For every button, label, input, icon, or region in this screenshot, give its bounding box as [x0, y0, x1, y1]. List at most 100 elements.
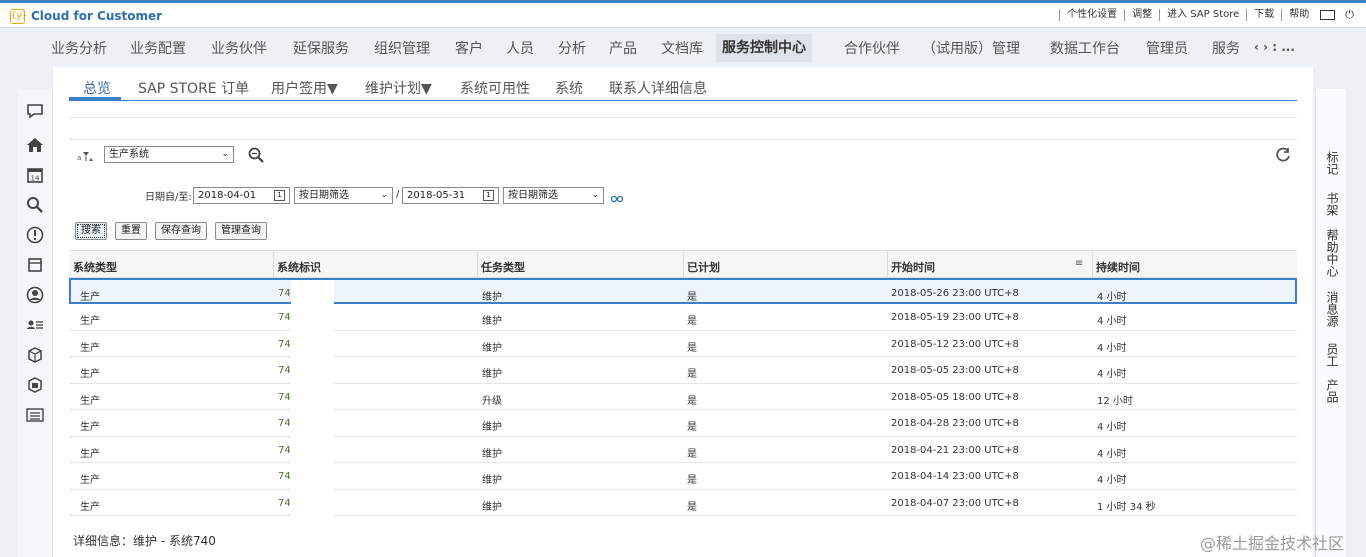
advanced-search-icon[interactable] [248, 147, 264, 167]
table-row[interactable]: 生产 74 维护 是 2018-05-12 23:00 UTC+8 4 小时 [69, 331, 1297, 357]
tab-contact-details[interactable]: 联系人详细信息 [609, 78, 707, 98]
cell-start-time: 2018-05-12 23:00 UTC+8 [891, 338, 1019, 350]
right-sidebar: 标记 书架 帮助中心 消息源 员工 产品 [1315, 89, 1346, 557]
maintenance-table: 系统类型 系统标识 任务类型 已计划 开始时间 ≡ 持续时间 生产 74 维护 … [69, 250, 1297, 516]
nav-analytics[interactable]: 分析 [558, 38, 586, 58]
from-filter-mode-select[interactable]: 按日期筛选 ⌄ [294, 187, 393, 204]
link-icon[interactable] [610, 189, 624, 208]
to-date-value: 2018-05-31 [407, 190, 466, 201]
right-tab-employee[interactable]: 员工 [1324, 343, 1341, 367]
filter-icon[interactable]: ≡ [1075, 258, 1083, 269]
user-icon[interactable] [25, 286, 45, 306]
alert-icon[interactable] [25, 226, 45, 246]
nav-service-control-center[interactable]: 服务控制中心 [716, 34, 812, 62]
right-tab-product[interactable]: 产品 [1324, 379, 1341, 403]
column-header-planned[interactable]: 已计划 [687, 259, 720, 275]
cell-system-type: 生产 [80, 501, 100, 513]
cell-planned: 是 [687, 395, 697, 407]
nav-people[interactable]: 人员 [506, 38, 534, 58]
column-header-system-type[interactable]: 系统类型 [73, 259, 117, 275]
nav-business-analysis[interactable]: 业务分析 [51, 38, 107, 58]
right-tab-shelf[interactable]: 书架 [1324, 192, 1341, 216]
tab-overview[interactable]: 总览 [83, 78, 111, 98]
divider [69, 117, 1297, 118]
adapt-link[interactable]: 调整 [1124, 9, 1159, 21]
home-icon[interactable] [25, 136, 45, 156]
table-row[interactable]: 生产 74 维护 是 2018-04-14 23:00 UTC+8 4 小时 [69, 463, 1297, 490]
calendar-picker-icon[interactable]: 1 [483, 190, 494, 201]
table-row[interactable]: 生产 74 维护 是 2018-05-05 23:00 UTC+8 4 小时 [69, 357, 1297, 384]
column-header-duration[interactable]: 持续时间 [1096, 259, 1140, 275]
feed-icon[interactable] [25, 102, 45, 122]
list-icon[interactable] [25, 406, 45, 426]
nav-business-partner[interactable]: 业务伙伴 [211, 38, 267, 58]
nav-data-workbench[interactable]: 数据工作台 [1050, 38, 1120, 58]
search-icon[interactable] [25, 196, 45, 216]
nav-products[interactable]: 产品 [609, 38, 637, 58]
product-catalog-icon[interactable] [25, 376, 45, 396]
nav-service[interactable]: 服务 [1212, 38, 1240, 58]
from-date-input[interactable]: 2018-04-01 1 [193, 187, 290, 204]
to-date-input[interactable]: 2018-05-31 1 [402, 187, 499, 204]
cell-planned: 是 [687, 422, 697, 433]
save-query-button[interactable]: 保存查询 [155, 222, 207, 240]
cell-task-type: 维护 [482, 316, 502, 327]
nav-extended-service[interactable]: 延保服务 [293, 38, 349, 58]
sap-store-link[interactable]: 进入 SAP Store [1159, 9, 1246, 21]
table-row[interactable]: 生产 74 维护 是 2018-04-07 23:00 UTC+8 1 小时 3… [69, 490, 1297, 516]
watermark: @稀土掘金技术社区 [1200, 534, 1345, 553]
tab-systems[interactable]: 系统 [555, 78, 583, 98]
table-row[interactable]: 生产 74 维护 是 2018-05-19 23:00 UTC+8 4 小时 [69, 304, 1297, 331]
nav-scroll-arrows-icon[interactable]: ‹ › : ... [1254, 40, 1295, 54]
download-link[interactable]: 下载 [1246, 9, 1281, 21]
cell-system-id: 74 [278, 365, 291, 376]
table-row[interactable]: 生产 74 维护 是 2018-05-26 23:00 UTC+8 4 小时 [69, 278, 1297, 304]
table-row[interactable]: 生产 74 升级 是 2018-05-05 18:00 UTC+8 12 小时 [69, 384, 1297, 410]
reset-button[interactable]: 重置 [115, 222, 147, 240]
header-links: 个性化设置 调整 进入 SAP Store 下载 帮助 ⏻ [1059, 8, 1354, 22]
sap-logo-icon: {y} [10, 9, 27, 24]
nav-administrator[interactable]: 管理员 [1146, 38, 1188, 58]
window-icon[interactable] [1320, 10, 1336, 20]
cell-planned: 是 [687, 501, 697, 513]
nav-document-library[interactable]: 文档库 [661, 38, 703, 58]
column-header-task-type[interactable]: 任务类型 [481, 259, 525, 275]
product-box-icon[interactable] [25, 346, 45, 366]
right-tab-feed[interactable]: 消息源 [1324, 291, 1341, 327]
refresh-icon[interactable] [1275, 147, 1291, 167]
nav-partners[interactable]: 合作伙伴 [844, 38, 900, 58]
right-tab-tags[interactable]: 标记 [1324, 151, 1341, 175]
manage-query-button[interactable]: 管理查询 [215, 222, 267, 240]
power-icon[interactable]: ⏻ [1345, 8, 1354, 22]
table-row[interactable]: 生产 74 维护 是 2018-04-28 23:00 UTC+8 4 小时 [69, 410, 1297, 437]
view-select[interactable]: 生产系统 ⌄ [104, 146, 234, 163]
column-header-start-time[interactable]: 开始时间 [891, 259, 935, 275]
cell-start-time: 2018-04-07 23:00 UTC+8 [891, 497, 1019, 509]
tab-sap-store-orders[interactable]: SAP STORE 订单 [138, 78, 249, 98]
to-filter-mode-select[interactable]: 按日期筛选 ⌄ [503, 187, 604, 204]
user-list-icon[interactable] [25, 316, 45, 336]
right-tab-help-center[interactable]: 帮助中心 [1324, 229, 1341, 277]
column-header-system-id[interactable]: 系统标识 [277, 259, 321, 275]
nav-trial-management[interactable]: （试用版）管理 [922, 38, 1020, 58]
cell-system-type: 生产 [80, 292, 100, 303]
chevron-down-icon: ⌄ [380, 190, 388, 200]
nav-org-management[interactable]: 组织管理 [374, 38, 430, 58]
tab-maintenance-plan[interactable]: 维护计划▼ [365, 78, 432, 98]
calendar-picker-icon[interactable]: 1 [274, 190, 285, 201]
table-row[interactable]: 生产 74 维护 是 2018-04-21 23:00 UTC+8 4 小时 [69, 437, 1297, 463]
svg-text:14: 14 [31, 175, 40, 183]
cell-duration: 4 小时 [1097, 342, 1127, 354]
cell-planned: 是 [687, 475, 697, 486]
nav-customer[interactable]: 客户 [455, 38, 483, 58]
cell-start-time: 2018-04-28 23:00 UTC+8 [891, 418, 1019, 429]
tickets-icon[interactable] [25, 256, 45, 276]
personalize-link[interactable]: 个性化设置 [1059, 9, 1124, 21]
help-link[interactable]: 帮助 [1281, 9, 1316, 21]
calendar-icon[interactable]: 14 [25, 166, 45, 186]
nav-business-config[interactable]: 业务配置 [130, 38, 186, 58]
tab-user-subscription[interactable]: 用户签用▼ [271, 78, 338, 98]
search-button[interactable]: 搜索 [75, 222, 107, 240]
tab-system-availability[interactable]: 系统可用性 [460, 78, 530, 98]
sort-icon[interactable]: a [77, 150, 93, 165]
